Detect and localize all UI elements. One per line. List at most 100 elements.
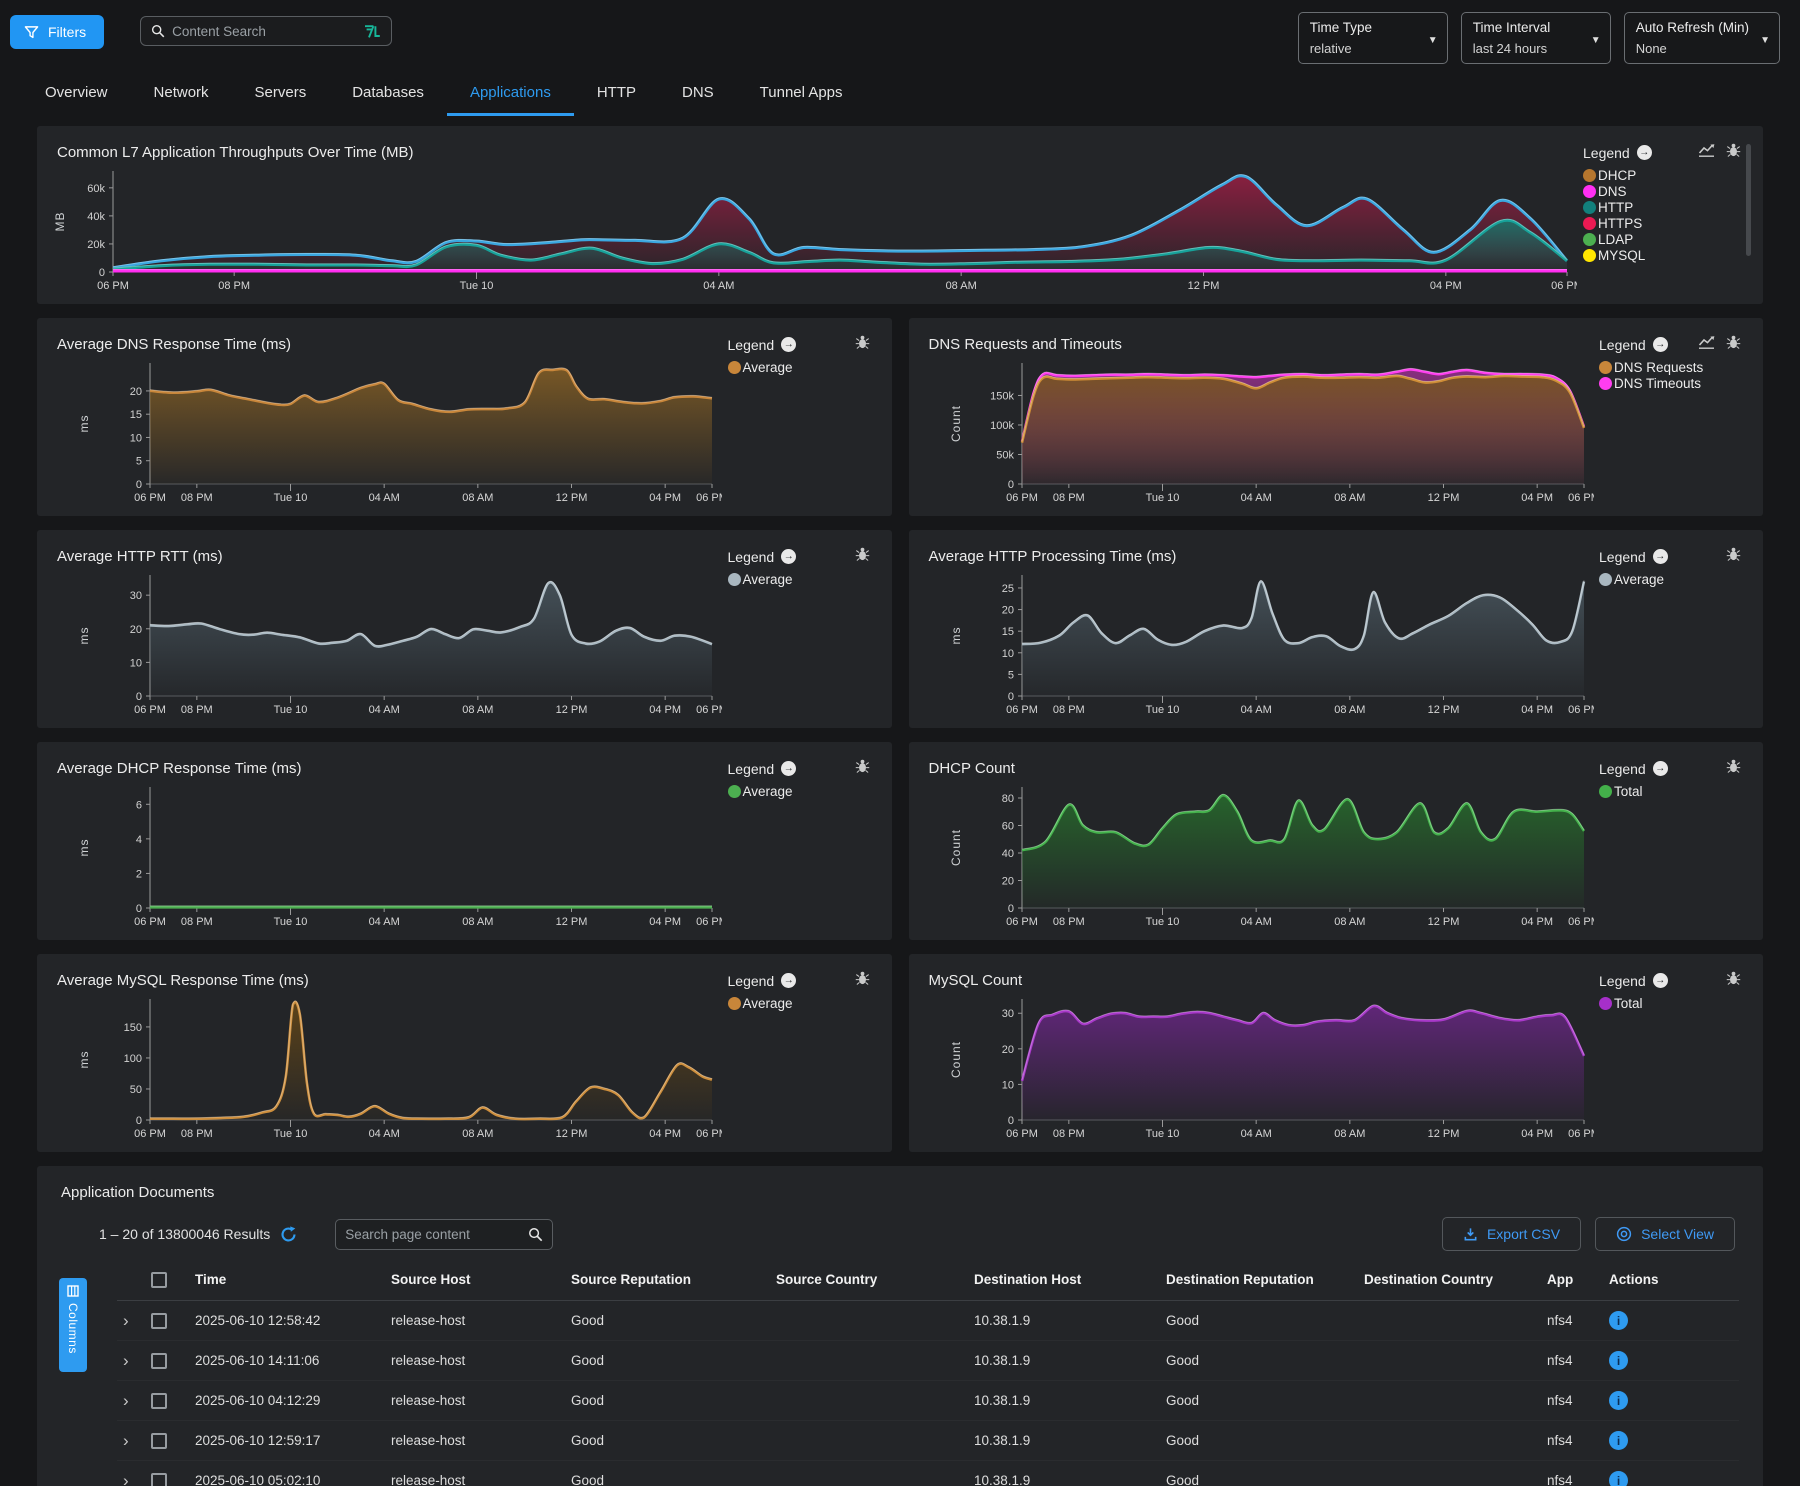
cell-time: 2025-06-10 05:02:10 [195,1473,391,1486]
chart-dhcp-count[interactable]: 02040608006 PM08 PMTue 1004 AM08 AM12 PM… [927,779,1594,930]
legend-item-average[interactable]: Average [728,572,874,587]
row-checkbox[interactable] [151,1473,167,1486]
tab-http[interactable]: HTTP [574,78,659,116]
row-checkbox[interactable] [151,1433,167,1449]
legend-expand-icon[interactable]: → [1653,973,1668,988]
column-header-destination-country[interactable]: Destination Country [1364,1272,1547,1287]
column-header-destination-reputation[interactable]: Destination Reputation [1166,1272,1364,1287]
column-header-source-country[interactable]: Source Country [776,1272,974,1287]
time-type-dropdown[interactable]: Time Type relative ▼ [1298,12,1448,64]
legend-item-dns[interactable]: DNS [1583,184,1745,199]
svg-text:10: 10 [1001,1079,1013,1091]
legend-item-ldap[interactable]: LDAP [1583,232,1745,247]
info-icon[interactable]: i [1609,1311,1628,1330]
page-content-search-input[interactable] [345,1227,528,1242]
legend-item-total[interactable]: Total [1599,784,1745,799]
expand-row-icon[interactable]: › [117,1392,151,1409]
bug-icon[interactable] [855,334,870,355]
expand-row-icon[interactable]: › [117,1352,151,1369]
legend-dot [1583,201,1596,214]
page-content-search [335,1219,553,1250]
tab-dns[interactable]: DNS [659,78,737,116]
bug-icon[interactable] [1726,758,1741,779]
legend-expand-icon[interactable]: → [781,761,796,776]
row-checkbox[interactable] [151,1393,167,1409]
filters-button[interactable]: Filters [10,15,104,49]
svg-text:04 PM: 04 PM [1521,1128,1553,1140]
svg-text:40: 40 [1001,848,1013,860]
legend-item-dns-requests[interactable]: DNS Requests [1599,360,1745,375]
legend-item-average[interactable]: Average [728,996,874,1011]
info-icon[interactable]: i [1609,1351,1628,1370]
chart-mysql-count[interactable]: 010203006 PM08 PMTue 1004 AM08 AM12 PM04… [927,991,1594,1142]
svg-text:12 PM: 12 PM [1427,916,1459,928]
column-header-source-host[interactable]: Source Host [391,1272,571,1287]
line-chart-icon[interactable] [1697,143,1716,163]
bug-icon[interactable] [855,758,870,779]
bug-icon[interactable] [1726,546,1741,567]
chart-dns-requests-timeouts[interactable]: 050k100k150k06 PM08 PMTue 1004 AM08 AM12… [927,355,1594,506]
legend-expand-icon[interactable]: → [1637,145,1652,160]
bug-icon[interactable] [1726,334,1741,355]
time-interval-dropdown[interactable]: Time Interval last 24 hours ▼ [1461,12,1611,64]
tab-applications[interactable]: Applications [447,78,574,116]
tab-tunnel-apps[interactable]: Tunnel Apps [737,78,866,116]
select-all-checkbox[interactable] [151,1272,167,1288]
svg-text:Tue 10: Tue 10 [274,916,308,928]
column-header-source-reputation[interactable]: Source Reputation [571,1272,776,1287]
row-checkbox[interactable] [151,1353,167,1369]
legend-item-dhcp[interactable]: DHCP [1583,168,1745,183]
legend-item-http[interactable]: HTTP [1583,200,1745,215]
column-header-actions[interactable]: Actions [1609,1272,1739,1287]
expand-row-icon[interactable]: › [117,1312,151,1329]
chart-avg-http-processing[interactable]: 051015202506 PM08 PMTue 1004 AM08 AM12 P… [927,567,1594,718]
legend-item-average[interactable]: Average [728,784,874,799]
legend-expand-icon[interactable]: → [1653,761,1668,776]
column-header-destination-host[interactable]: Destination Host [974,1272,1166,1287]
chart-avg-dhcp-response[interactable]: 024606 PM08 PMTue 1004 AM08 AM12 PM04 PM… [55,779,722,930]
legend-item-average[interactable]: Average [1599,572,1745,587]
documents-table: TimeSource HostSource ReputationSource C… [117,1259,1739,1486]
legend-expand-icon[interactable]: → [781,973,796,988]
bug-icon[interactable] [855,546,870,567]
chart-avg-mysql-response[interactable]: 05010015006 PM08 PMTue 1004 AM08 AM12 PM… [55,991,722,1142]
tab-servers[interactable]: Servers [232,78,330,116]
select-view-button[interactable]: Select View [1595,1217,1735,1251]
line-chart-icon[interactable] [1697,335,1716,355]
legend-expand-icon[interactable]: → [1653,549,1668,564]
tab-databases[interactable]: Databases [329,78,447,116]
expand-row-icon[interactable]: › [117,1432,151,1449]
expand-row-icon[interactable]: › [117,1472,151,1486]
bug-icon[interactable] [1726,142,1741,163]
svg-text:06 PM: 06 PM [1006,916,1038,928]
chart-avg-dns-response[interactable]: 0510152006 PM08 PMTue 1004 AM08 AM12 PM0… [55,355,722,506]
content-search-input[interactable] [172,24,364,39]
tab-network[interactable]: Network [131,78,232,116]
time-type-value: relative [1310,41,1417,56]
export-csv-button[interactable]: Export CSV [1442,1217,1581,1251]
row-checkbox[interactable] [151,1313,167,1329]
legend-expand-icon[interactable]: → [781,549,796,564]
info-icon[interactable]: i [1609,1471,1628,1486]
legend-item-https[interactable]: HTTPS [1583,216,1745,231]
bug-icon[interactable] [1726,970,1741,991]
legend-item-total[interactable]: Total [1599,996,1745,1011]
bug-icon[interactable] [855,970,870,991]
columns-button[interactable]: Columns [59,1278,87,1372]
tab-overview[interactable]: Overview [22,78,131,116]
table-header-row: TimeSource HostSource ReputationSource C… [117,1259,1739,1301]
chart-avg-http-rtt[interactable]: 010203006 PM08 PMTue 1004 AM08 AM12 PM04… [55,567,722,718]
column-header-app[interactable]: App [1547,1272,1609,1287]
column-header-time[interactable]: Time [195,1272,391,1287]
refresh-icon[interactable] [280,1226,297,1243]
info-icon[interactable]: i [1609,1431,1628,1450]
legend-expand-icon[interactable]: → [1653,337,1668,352]
chart-l7-throughput[interactable]: 020k40k60k06 PM08 PMTue 1004 AM08 AM12 P… [55,163,1577,294]
info-icon[interactable]: i [1609,1391,1628,1410]
legend-expand-icon[interactable]: → [781,337,796,352]
legend-item-mysql[interactable]: MYSQL [1583,248,1745,263]
legend-scrollbar[interactable] [1746,144,1751,256]
legend-item-dns-timeouts[interactable]: DNS Timeouts [1599,376,1745,391]
legend-item-average[interactable]: Average [728,360,874,375]
auto-refresh-dropdown[interactable]: Auto Refresh (Min) None ▼ [1624,12,1780,64]
